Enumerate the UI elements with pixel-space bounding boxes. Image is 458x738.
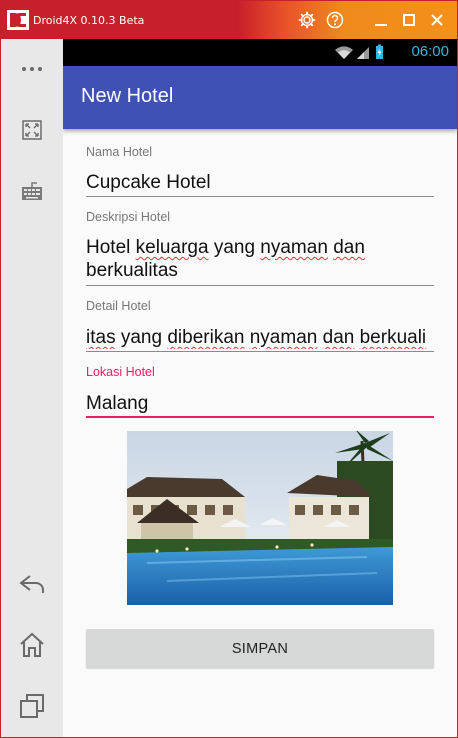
close-icon[interactable]	[427, 10, 447, 30]
status-icons	[335, 44, 383, 59]
android-screen: 06:00 New Hotel Nama Hotel Cupcake Hotel…	[63, 39, 457, 737]
deskripsi-hotel-input[interactable]: Hotel keluarga yang nyaman dan berkualit…	[86, 236, 434, 282]
wifi-icon	[335, 46, 353, 59]
lokasi-hotel-input[interactable]: Malang	[86, 392, 434, 415]
keyboard-icon[interactable]	[17, 176, 47, 206]
nama-hotel-label: Nama Hotel	[86, 145, 152, 159]
save-button[interactable]: SIMPAN	[86, 629, 434, 668]
emulator-window: Droid4X 0.10.3 Beta 06:00 New Hotel Nama…	[0, 0, 458, 738]
detail-hotel-underline	[86, 351, 434, 352]
emulator-sidebar	[1, 39, 63, 737]
nama-hotel-input[interactable]: Cupcake Hotel	[86, 171, 434, 194]
fullscreen-icon[interactable]	[17, 115, 47, 145]
back-icon[interactable]	[17, 569, 47, 599]
deskripsi-hotel-underline	[86, 285, 434, 286]
deskripsi-hotel-label: Deskripsi Hotel	[86, 210, 171, 224]
hotel-photo[interactable]	[127, 431, 393, 605]
battery-charging-icon	[376, 44, 383, 59]
signal-icon	[357, 47, 369, 59]
help-icon[interactable]	[325, 10, 345, 30]
maximize-icon[interactable]	[399, 10, 419, 30]
home-icon[interactable]	[17, 630, 47, 660]
page-title: New Hotel	[81, 85, 174, 107]
lokasi-hotel-label: Lokasi Hotel	[86, 365, 155, 379]
emulator-title: Droid4X 0.10.3 Beta	[33, 14, 145, 27]
more-icon[interactable]	[17, 54, 47, 84]
detail-hotel-label: Detail Hotel	[86, 299, 151, 313]
gear-icon[interactable]	[297, 10, 317, 30]
detail-hotel-input[interactable]: itas yang diberikan nyaman dan berkuali	[86, 326, 434, 349]
minimize-icon[interactable]	[371, 10, 391, 30]
status-time: 06:00	[411, 43, 449, 60]
status-bar: 06:00	[63, 39, 457, 66]
app-bar: New Hotel	[63, 66, 457, 129]
droid4x-logo-icon	[7, 10, 29, 30]
nama-hotel-underline	[86, 196, 434, 197]
recent-apps-icon[interactable]	[17, 691, 47, 721]
emulator-title-bar[interactable]: Droid4X 0.10.3 Beta	[1, 1, 457, 39]
lokasi-hotel-underline	[86, 416, 434, 418]
